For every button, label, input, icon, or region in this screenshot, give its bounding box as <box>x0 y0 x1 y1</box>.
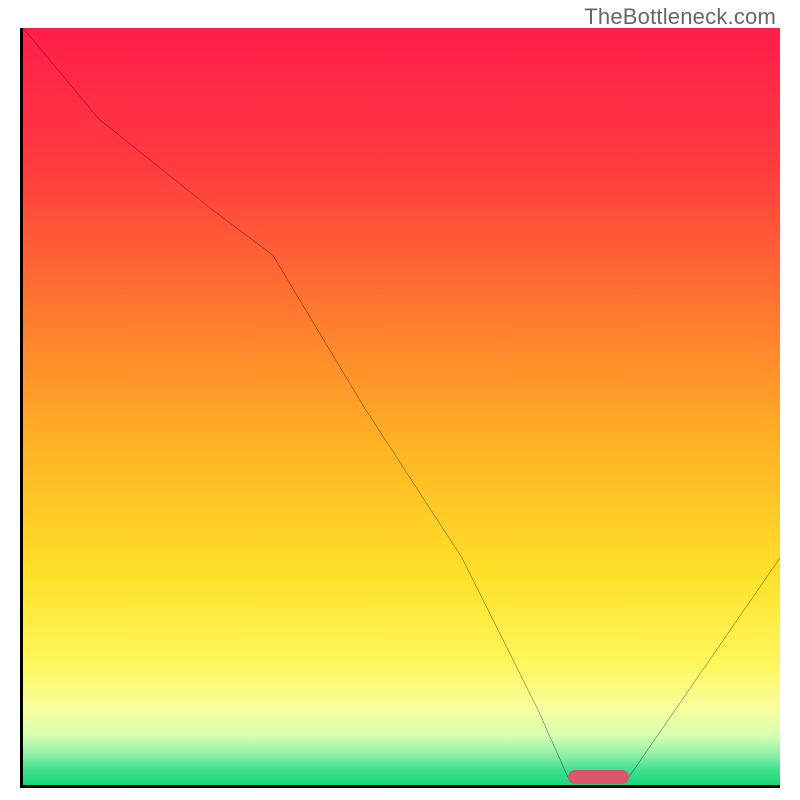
chart-plot-area <box>20 28 780 788</box>
chart-curve <box>23 28 780 785</box>
watermark-text: TheBottleneck.com <box>584 4 776 30</box>
optimal-marker <box>568 770 629 784</box>
